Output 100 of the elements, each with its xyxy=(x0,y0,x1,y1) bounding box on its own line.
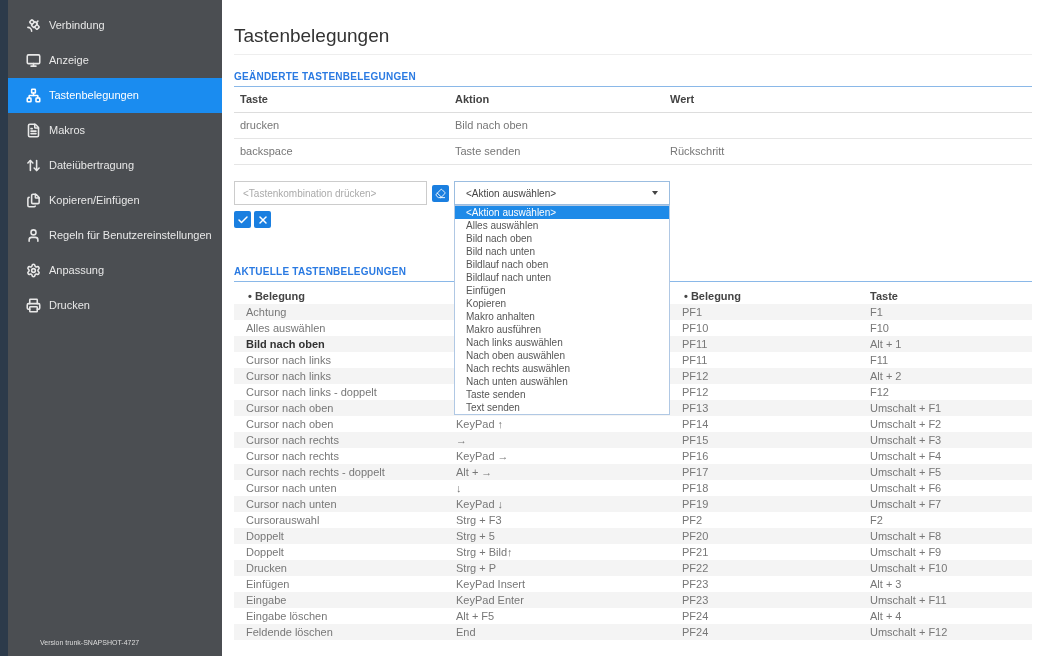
monitor-icon xyxy=(26,53,41,68)
confirm-button[interactable] xyxy=(234,211,251,228)
dropdown-option[interactable]: Einfügen xyxy=(455,284,669,297)
table-cell: PF15 xyxy=(682,433,709,446)
table-cell: PF23 xyxy=(682,593,709,606)
table-cell: Alles auswählen xyxy=(246,321,326,334)
dropdown-option[interactable]: Nach unten auswählen xyxy=(455,375,669,388)
table-cell: PF14 xyxy=(682,417,709,430)
table-cell: Strg + 5 xyxy=(456,529,495,542)
table-cell: Eingabe xyxy=(246,593,287,606)
action-select[interactable]: <Aktion auswählen> xyxy=(454,181,670,205)
table-cell: Umschalt + F2 xyxy=(870,417,942,430)
close-icon xyxy=(256,213,269,226)
user-icon xyxy=(26,228,41,243)
column-header: Wert xyxy=(670,93,695,106)
table-cell: Eingabe löschen xyxy=(246,609,328,622)
key-combination-field[interactable]: <Tastenkombination drücken> xyxy=(234,181,427,205)
dropdown-option[interactable]: Bild nach oben xyxy=(455,232,669,245)
dropdown-option[interactable]: Text senden xyxy=(455,401,669,414)
table-cell: Drucken xyxy=(246,561,287,574)
dropdown-option[interactable]: Bild nach unten xyxy=(455,245,669,258)
table-cell: PF17 xyxy=(682,465,709,478)
copy-icon xyxy=(26,193,41,208)
dropdown-option[interactable]: Nach links auswählen xyxy=(455,336,669,349)
table-cell: Alt + 1 xyxy=(870,337,902,350)
table-cell: Umschalt + F10 xyxy=(870,561,948,574)
dropdown-option[interactable]: Taste senden xyxy=(455,388,669,401)
table-cell: PF11 xyxy=(682,353,708,366)
table-cell: Bild nach oben xyxy=(455,119,528,132)
table-cell: PF23 xyxy=(682,577,709,590)
settings-icon xyxy=(26,263,41,278)
table-cell: Umschalt + F12 xyxy=(870,625,948,638)
table-cell: Cursor nach links xyxy=(246,353,331,366)
dropdown-option[interactable]: Makro anhalten xyxy=(455,310,669,323)
sidebar-item[interactable]: Anpassung xyxy=(8,253,222,288)
column-header: • Belegung xyxy=(684,289,742,302)
table-cell: Cursor nach oben xyxy=(246,417,334,430)
table-cell: KeyPad → xyxy=(456,449,509,462)
table-cell: F11 xyxy=(870,353,889,366)
table-cell: KeyPad Enter xyxy=(456,593,524,606)
table-cell: Cursor nach unten xyxy=(246,497,337,510)
table-cell: ↓ xyxy=(456,481,462,494)
dropdown-option[interactable]: Makro ausführen xyxy=(455,323,669,336)
dropdown-option[interactable]: <Aktion auswählen> xyxy=(455,206,669,219)
dropdown-option[interactable]: Kopieren xyxy=(455,297,669,310)
table-cell: PF18 xyxy=(682,481,709,494)
sidebar-item[interactable]: Kopieren/Einfügen xyxy=(8,183,222,218)
column-header: Aktion xyxy=(455,93,490,106)
table-cell: F10 xyxy=(870,321,889,334)
column-header: Taste xyxy=(870,289,898,302)
table-cell: PF16 xyxy=(682,449,709,462)
table-cell: KeyPad Insert xyxy=(456,577,526,590)
clear-button[interactable] xyxy=(432,184,449,202)
eraser-icon xyxy=(435,187,446,199)
sidebar-item[interactable]: Drucken xyxy=(8,288,222,323)
table-cell: Rückschritt xyxy=(670,145,725,158)
table-cell: End xyxy=(456,625,476,638)
table-cell: PF12 xyxy=(682,385,709,398)
table-cell: Alt + F5 xyxy=(456,609,495,622)
table-cell: PF20 xyxy=(682,529,709,542)
table-cell: KeyPad ↑ xyxy=(456,417,504,430)
table-cell: backspace xyxy=(240,145,293,158)
table-cell: Alt + 3 xyxy=(870,577,902,590)
table-cell: PF13 xyxy=(682,401,709,414)
table-cell: Umschalt + F1 xyxy=(870,401,942,414)
table-cell: → xyxy=(456,433,467,446)
table-cell: Cursor nach links - doppelt xyxy=(246,385,377,398)
cancel-button[interactable] xyxy=(254,211,271,228)
table-cell: PF1 xyxy=(682,305,703,318)
printer-icon xyxy=(26,298,41,313)
sidebar-item[interactable]: Dateiübertragung xyxy=(8,148,222,183)
table-cell: Cursor nach oben xyxy=(246,401,334,414)
dropdown-option[interactable]: Nach rechts auswählen xyxy=(455,362,669,375)
column-header: Taste xyxy=(240,93,268,106)
page-title: Tastenbelegungen xyxy=(234,22,1032,55)
table-cell: Umschalt + F4 xyxy=(870,449,942,462)
table-cell: Bild nach oben xyxy=(246,337,325,350)
table-cell: Umschalt + F7 xyxy=(870,497,942,510)
dropdown-option[interactable]: Alles auswählen xyxy=(455,219,669,232)
table-cell: PF12 xyxy=(682,369,709,382)
table-cell: Cursor nach rechts - doppelt xyxy=(246,465,385,478)
sidebar-item[interactable]: Verbindung xyxy=(8,8,222,43)
sidebar-item[interactable]: Regeln für Benutzereinstellungen xyxy=(8,218,222,253)
table-cell: PF10 xyxy=(682,321,709,334)
table-cell: Cursor nach links xyxy=(246,369,331,382)
dropdown-option[interactable]: Bildlauf nach oben xyxy=(455,258,669,271)
table-cell: Alt + 4 xyxy=(870,609,902,622)
table-cell: Feldende löschen xyxy=(246,625,333,638)
dropdown-option[interactable]: Nach oben auswählen xyxy=(455,349,669,362)
table-cell: F2 xyxy=(870,513,883,526)
table-cell: F12 xyxy=(870,385,889,398)
table-cell: PF11 xyxy=(682,337,708,350)
sidebar-item[interactable]: Anzeige xyxy=(8,43,222,78)
table-cell: Umschalt + F8 xyxy=(870,529,942,542)
table-cell: PF22 xyxy=(682,561,709,574)
table-cell: Doppelt xyxy=(246,545,284,558)
table-cell: drucken xyxy=(240,119,280,132)
dropdown-option[interactable]: Bildlauf nach unten xyxy=(455,271,669,284)
table-cell: Taste senden xyxy=(455,145,521,158)
sidebar-item[interactable]: Makros xyxy=(8,113,222,148)
